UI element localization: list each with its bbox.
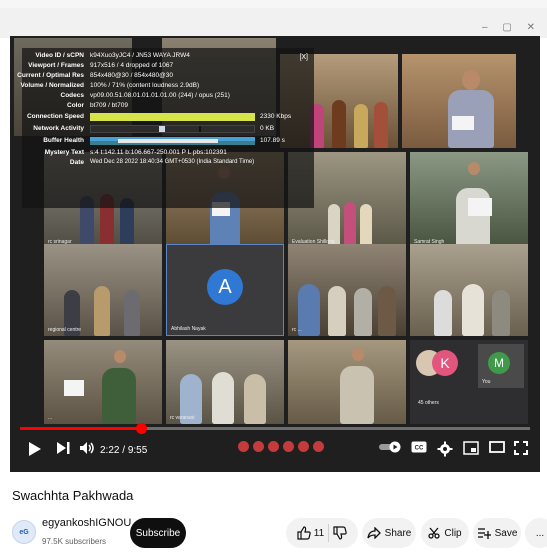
dislike-icon	[333, 526, 347, 540]
page-root: – ▢ ✕ rc srinagar Evaluation Shillong Sa…	[0, 0, 547, 559]
browser-toolbar: – ▢ ✕	[0, 8, 547, 38]
miniplayer-icon[interactable]	[462, 441, 480, 455]
time-current: 2:22	[100, 445, 120, 456]
svg-text:CC: CC	[415, 446, 424, 452]
stats-key: Viewport / Frames	[28, 62, 84, 69]
settings-icon[interactable]	[436, 441, 454, 457]
stats-value: Wed Dec 28 2022 18:40:34 GMT+0530 (India…	[90, 159, 255, 165]
stats-value: 100% / 71% (content loudness 2.9dB)	[90, 82, 200, 89]
stats-value: s:4 t:142.11 b:106.667-250.001 P L pbs:1…	[90, 149, 227, 156]
channel-name[interactable]: egyankoshIGNOU	[42, 517, 131, 529]
more-actions-button[interactable]: ...	[525, 518, 547, 548]
share-button[interactable]: Share	[362, 518, 416, 548]
time-display: 2:22 / 9:55	[100, 445, 147, 456]
participant-tile	[288, 340, 406, 424]
stats-key: Buffer Health	[43, 137, 84, 144]
share-label: Share	[384, 527, 412, 539]
volume-icon[interactable]	[78, 441, 96, 455]
participant-name: rc ...	[292, 327, 302, 333]
stats-key: Mystery Text	[44, 149, 84, 156]
video-reaction-strip	[238, 441, 324, 452]
stats-value: 854x480@30 / 854x480@30	[90, 72, 173, 79]
window-controls-icon[interactable]: – ▢ ✕	[482, 22, 541, 33]
video-player[interactable]: rc srinagar Evaluation Shillong Samrat S…	[10, 36, 540, 472]
stats-value: k94Xuo3yJC4 / JN53 WAYA JRW4	[90, 52, 190, 59]
autoplay-toggle-icon[interactable]	[378, 441, 402, 453]
participant-avatar-a: A	[207, 269, 243, 305]
progress-scrubber-handle[interactable]	[135, 423, 147, 434]
more-icon: ...	[535, 527, 545, 539]
others-count: 45 others	[418, 400, 439, 406]
clip-label: Clip	[444, 527, 462, 539]
participant-tile: rc ...	[288, 244, 406, 336]
participant-name: Abhilash Nayak	[171, 326, 206, 332]
like-icon	[297, 526, 311, 540]
time-separator: /	[119, 445, 128, 456]
stats-key: Network Activity	[33, 125, 84, 132]
participant-avatar-k: K	[432, 350, 458, 376]
stats-key: Current / Optimal Res	[17, 72, 84, 79]
stats-for-nerds-panel: [X] Video ID / sCPN k94Xuo3yJC4 / JN53 WA…	[17, 48, 314, 208]
participant-tile	[410, 244, 528, 336]
subscribe-button[interactable]: Subscribe	[130, 518, 186, 548]
connection-speed-bar	[90, 113, 255, 121]
participant-tile: Samrat Singh	[410, 152, 528, 248]
network-activity-bar	[90, 125, 255, 133]
dislike-button[interactable]	[333, 526, 347, 540]
stats-value: bt709 / bt709	[90, 102, 128, 109]
participant-tile	[402, 54, 516, 148]
stats-key: Connection Speed	[26, 113, 84, 120]
stats-key: Color	[67, 102, 84, 109]
next-icon[interactable]	[54, 441, 72, 455]
fullscreen-icon[interactable]	[512, 441, 530, 455]
participant-avatar-m: M	[488, 352, 510, 374]
share-icon	[367, 527, 381, 539]
stats-key: Codecs	[60, 92, 84, 99]
like-count: 11	[313, 527, 325, 539]
stats-value: 917x516 / 4 dropped of 1067	[90, 62, 174, 69]
save-icon	[477, 528, 491, 539]
clip-button[interactable]: Clip	[421, 518, 469, 548]
video-title: Swachhta Pakhwada	[12, 488, 134, 503]
participant-tile: rc varanasi	[166, 340, 284, 424]
self-view-tile: M You	[478, 344, 524, 388]
channel-avatar[interactable]: eG	[12, 520, 36, 544]
stats-value: 0 KB	[260, 125, 275, 132]
progress-bar[interactable]	[20, 423, 530, 434]
stats-value: vp09.00.51.08.01.01.01.01.00 (244) / opu…	[90, 92, 230, 99]
participant-name: regional centre	[48, 327, 82, 333]
buffer-health-bar	[90, 137, 255, 145]
stats-value: 2330 Kbps	[260, 113, 292, 120]
captions-icon[interactable]: CC	[410, 441, 428, 453]
participant-tile: regional centre	[44, 244, 162, 336]
time-total: 9:55	[127, 445, 148, 456]
progress-played	[20, 427, 141, 430]
stats-key: Video ID / sCPN	[35, 52, 84, 59]
like-button[interactable]: 11	[297, 526, 324, 540]
clip-icon	[428, 527, 441, 539]
like-dislike-group: 11	[286, 518, 358, 548]
participant-tile: ...	[44, 340, 162, 424]
stats-key: Date	[69, 159, 84, 166]
save-label: Save	[494, 527, 518, 539]
save-button[interactable]: Save	[473, 518, 521, 548]
theater-icon[interactable]	[488, 441, 506, 453]
participant-name: rc varanasi	[170, 415, 195, 421]
self-label: You	[482, 379, 491, 385]
stats-key: Volume / Normalized	[20, 82, 84, 89]
stats-value: 107.89 s	[260, 137, 285, 144]
participant-tile: A Abhilash Nayak	[166, 244, 284, 336]
play-icon[interactable]	[26, 441, 44, 457]
participant-name: ...	[48, 415, 53, 421]
subscriber-count: 97.5K subscribers	[42, 537, 107, 546]
participant-tile: K 45 others M You	[410, 340, 528, 424]
